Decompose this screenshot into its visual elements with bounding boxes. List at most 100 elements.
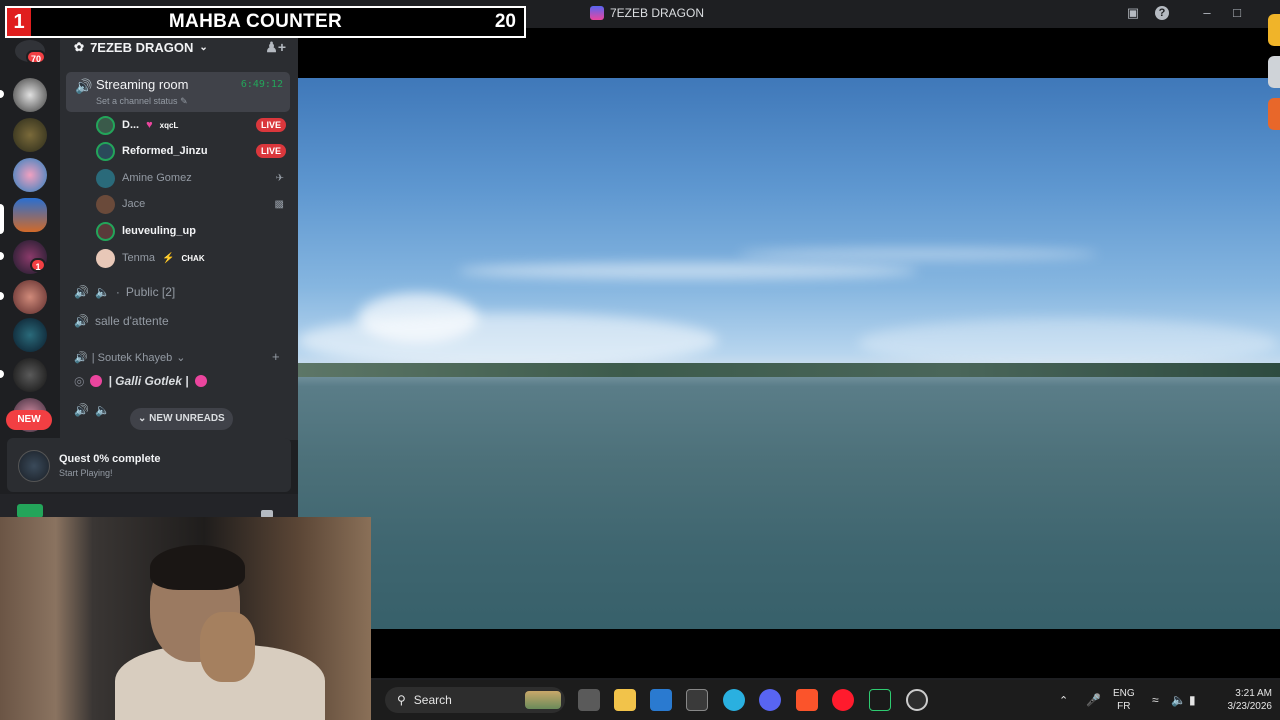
windows-taskbar: ⚲ Search ⌃ 🎤 ENG FR ≈ 🔈 ▮ 3:21 AM 3/23/2… <box>371 680 1280 720</box>
new-badge[interactable]: NEW <box>6 410 52 430</box>
app-icon-cube[interactable] <box>686 689 708 711</box>
speaker-icon: 🔈 <box>94 285 110 299</box>
server-rail: 70 1 NEW <box>0 38 60 438</box>
unread-pill <box>0 292 4 300</box>
voice-member[interactable]: D... ♥ xqcL LIVE <box>96 114 286 136</box>
discord-icon[interactable] <box>759 689 781 711</box>
server-badge: 1 <box>30 258 46 272</box>
avatar <box>96 141 115 161</box>
search-icon: ⚲ <box>397 693 406 707</box>
channel-name: Public [2] <box>125 285 176 299</box>
minimize-icon[interactable]: – <box>1200 6 1214 20</box>
voice-member[interactable]: Jace ▩ <box>96 193 286 215</box>
voice-member[interactable]: Tenma ⚡ CHAK <box>96 247 286 269</box>
add-channel-icon[interactable]: + <box>272 349 280 364</box>
channel-name: | Galli Gotlek | <box>108 374 189 388</box>
chevron-down-icon: ⌄ <box>138 413 147 424</box>
unread-pill <box>0 90 4 98</box>
pencil-icon: ✎ <box>180 96 188 106</box>
store-icon[interactable] <box>650 689 672 711</box>
server-icon-1[interactable] <box>13 78 47 112</box>
pink-dot-icon <box>194 375 207 387</box>
screen-share-icon[interactable] <box>17 504 43 518</box>
chevron-down-icon: ⌄ <box>199 41 208 53</box>
channel-name: salle d'attente <box>94 314 169 328</box>
channel-list: ✿ 7EZEB DRAGON ⌄ ♟+ 🔊 Streaming room 6:4… <box>60 30 298 440</box>
language-code: ENG <box>1113 688 1135 699</box>
user-panel <box>0 494 298 518</box>
inbox-icon[interactable]: ▣ <box>1126 6 1140 20</box>
cloud <box>458 263 918 279</box>
search-placeholder: Search <box>413 693 452 707</box>
voice-member[interactable]: leuveuling_up <box>96 220 286 242</box>
member-name: Reformed_Jinzu <box>122 145 208 157</box>
counter-left-number: 1 <box>7 8 31 36</box>
overlay-app-icon-2[interactable] <box>1268 56 1280 88</box>
chevron-up-icon[interactable]: ⌃ <box>1059 680 1068 720</box>
unread-pill <box>0 252 4 260</box>
member-tag: CHAK <box>181 253 205 263</box>
channel-status[interactable]: Set a channel status ✎ <box>96 96 188 107</box>
quest-panel[interactable]: Quest 0% complete Start Playing! <box>7 438 291 492</box>
maximize-icon[interactable]: □ <box>1230 6 1244 20</box>
activity-icon: ✈ <box>275 172 284 184</box>
server-icon-3[interactable] <box>13 158 47 192</box>
avatar <box>96 221 115 241</box>
brave-browser-icon[interactable] <box>796 689 818 711</box>
lightning-icon: ⚡ <box>162 252 175 264</box>
channel-streaming-room[interactable]: 🔊 Streaming room 6:49:12 Set a channel s… <box>66 72 290 112</box>
keyboard-layout: FR <box>1117 701 1131 712</box>
microphone-icon[interactable]: 🎤 <box>1086 680 1101 720</box>
speaker-icon: 🔈 <box>94 403 110 417</box>
server-icon-7ezeb[interactable] <box>13 198 47 232</box>
taskbar-search[interactable]: ⚲ Search <box>385 687 565 713</box>
overlay-app-icon-3[interactable] <box>1268 98 1280 130</box>
server-icon-7[interactable] <box>13 318 47 352</box>
server-icon-6[interactable] <box>13 280 47 314</box>
system-clock[interactable]: 3:21 AM 3/23/2026 <box>1216 687 1273 713</box>
quest-orb-icon <box>18 450 50 482</box>
member-name: Amine Gomez <box>122 172 192 184</box>
voice-member[interactable]: Amine Gomez ✈ <box>96 167 286 189</box>
guild-icon: ✿ <box>74 40 85 54</box>
category-soutek-khayeb[interactable]: 🔊 | Soutek Khayeb ⌄ <box>74 351 185 365</box>
stream-video[interactable] <box>298 78 1280 629</box>
member-tag: xqcL <box>159 120 179 130</box>
help-icon[interactable]: ? <box>1155 6 1169 20</box>
speaker-icon: 🔊 <box>74 285 89 299</box>
app-icon-green[interactable] <box>869 689 891 711</box>
server-icon-2[interactable] <box>13 118 47 152</box>
voice-member[interactable]: Reformed_Jinzu LIVE <box>96 140 286 162</box>
battery-icon[interactable]: ▮ <box>1189 680 1196 720</box>
bullet-icon: · <box>115 285 120 299</box>
volume-icon[interactable]: 🔈 <box>1171 680 1186 720</box>
new-unreads-button[interactable]: ⌄ NEW UNREADS <box>130 408 233 430</box>
invite-people-icon[interactable]: ♟+ <box>265 39 286 56</box>
screen: 7EZEB DRAGON ▣ ? – □ 70 1 NEW ✿ 7EZEB DR… <box>0 0 1280 720</box>
counter-right-number: 20 <box>494 11 516 32</box>
member-name: leuveuling_up <box>122 225 196 237</box>
server-icon-8[interactable] <box>13 358 47 392</box>
live-badge: LIVE <box>255 144 286 158</box>
voice-timer: 6:49:12 <box>240 79 283 90</box>
video-camera-icon: ▩ <box>274 198 284 210</box>
pink-dot-icon <box>90 375 103 387</box>
overlay-app-icon-1[interactable] <box>1268 14 1280 46</box>
unreads-label: NEW UNREADS <box>149 413 225 424</box>
counter-title: MAHBA COUNTER <box>168 11 343 32</box>
channel-salle-attente[interactable]: 🔊 salle d'attente <box>74 310 284 332</box>
task-view-icon[interactable] <box>578 689 600 711</box>
wifi-icon[interactable]: ≈ <box>1152 680 1159 720</box>
channel-galli-gotlek[interactable]: ◎ | Galli Gotlek | <box>74 370 284 392</box>
app-icon <box>590 6 604 20</box>
notification-count-badge: 70 <box>26 50 47 64</box>
opera-browser-icon[interactable] <box>832 689 854 711</box>
file-explorer-icon[interactable] <box>614 689 636 711</box>
obs-icon[interactable] <box>906 689 928 711</box>
stage-icon: ◎ <box>74 374 85 388</box>
channel-public[interactable]: 🔊 🔈 · Public [2] <box>74 281 284 303</box>
selected-pill <box>0 204 4 234</box>
window-title-text: 7EZEB DRAGON <box>610 6 705 20</box>
edge-browser-icon[interactable] <box>723 689 745 711</box>
input-language[interactable]: ENG FR <box>1113 687 1135 713</box>
